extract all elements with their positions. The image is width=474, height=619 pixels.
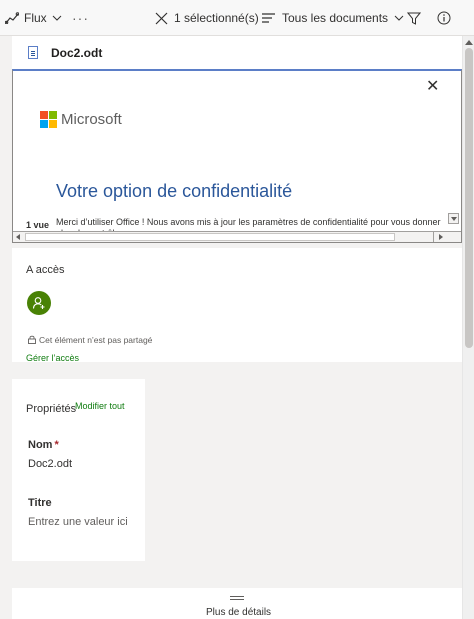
scroll-right-icon[interactable] bbox=[439, 234, 443, 240]
title-field-label: Titre bbox=[28, 497, 52, 509]
more-details-link[interactable]: Plus de détails bbox=[206, 607, 271, 618]
info-button[interactable] bbox=[437, 0, 451, 36]
flux-button[interactable]: Flux bbox=[5, 0, 62, 36]
properties-title: Propriétés bbox=[26, 403, 77, 415]
list-view-icon bbox=[262, 13, 275, 23]
user-add-icon[interactable] bbox=[27, 291, 51, 315]
scroll-thumb[interactable] bbox=[25, 233, 395, 241]
close-icon[interactable]: ✕ bbox=[426, 79, 439, 95]
flow-icon bbox=[5, 12, 19, 24]
file-preview[interactable]: ✕ Microsoft Votre option de confidential… bbox=[12, 69, 462, 243]
lock-icon bbox=[28, 333, 36, 347]
preview-title: Votre option de confidentialité bbox=[56, 181, 293, 201]
selection-count: 1 sélectionné(s) bbox=[174, 11, 259, 25]
edit-all-link[interactable]: Modifier tout bbox=[75, 401, 125, 411]
not-shared-label: Cet élément n’est pas partagé bbox=[39, 335, 153, 345]
view-switcher[interactable]: Tous les documents bbox=[262, 0, 404, 36]
flux-label: Flux bbox=[24, 11, 47, 25]
chevron-down-icon bbox=[52, 15, 62, 21]
more-options-button[interactable]: ··· bbox=[72, 0, 89, 36]
access-card: A accès Cet élément n’est pas partagé Gé… bbox=[12, 248, 462, 363]
brand-name: Microsoft bbox=[61, 111, 122, 128]
scroll-up-icon[interactable] bbox=[465, 40, 473, 45]
manage-access-link[interactable]: Gérer l’accès bbox=[26, 353, 79, 363]
sharing-status: Cet élément n’est pas partagé bbox=[28, 333, 152, 347]
access-title: A accès bbox=[26, 264, 65, 276]
file-name: Doc2.odt bbox=[51, 46, 103, 60]
command-bar: Flux ··· 1 sélectionné(s) Tous les docum… bbox=[0, 0, 474, 36]
close-icon bbox=[155, 12, 168, 25]
more-details-bar[interactable]: Plus de détails bbox=[12, 588, 462, 619]
required-indicator: * bbox=[54, 439, 59, 451]
view-count: 1 vue bbox=[26, 220, 50, 230]
details-panel: Doc2.odt ✕ Microsoft Votre option de con… bbox=[0, 36, 462, 619]
scroll-left-icon[interactable] bbox=[16, 234, 20, 240]
filter-icon bbox=[407, 12, 421, 25]
clear-selection-button[interactable]: 1 sélectionné(s) bbox=[155, 0, 259, 36]
scroll-thumb[interactable] bbox=[465, 48, 473, 348]
name-field-label: Nom * bbox=[28, 439, 59, 451]
filter-button[interactable] bbox=[407, 0, 421, 36]
title-field-input[interactable]: Entrez une valeur ici bbox=[28, 516, 128, 528]
view-label: Tous les documents bbox=[282, 11, 389, 25]
grip-icon bbox=[230, 596, 244, 597]
preview-body: Merci d’utiliser Office ! Nous avons mis… bbox=[56, 217, 441, 227]
panel-scrollbar[interactable] bbox=[462, 36, 474, 619]
properties-card: Propriétés Modifier tout Nom * Doc2.odt T… bbox=[12, 379, 145, 561]
chevron-down-icon bbox=[394, 15, 404, 21]
info-icon bbox=[437, 11, 451, 25]
name-field-value[interactable]: Doc2.odt bbox=[28, 458, 72, 470]
preview-horizontal-scrollbar[interactable] bbox=[13, 231, 461, 242]
microsoft-logo: Microsoft bbox=[40, 111, 122, 128]
document-icon bbox=[28, 46, 38, 59]
preview-scroll-down[interactable] bbox=[448, 213, 459, 224]
